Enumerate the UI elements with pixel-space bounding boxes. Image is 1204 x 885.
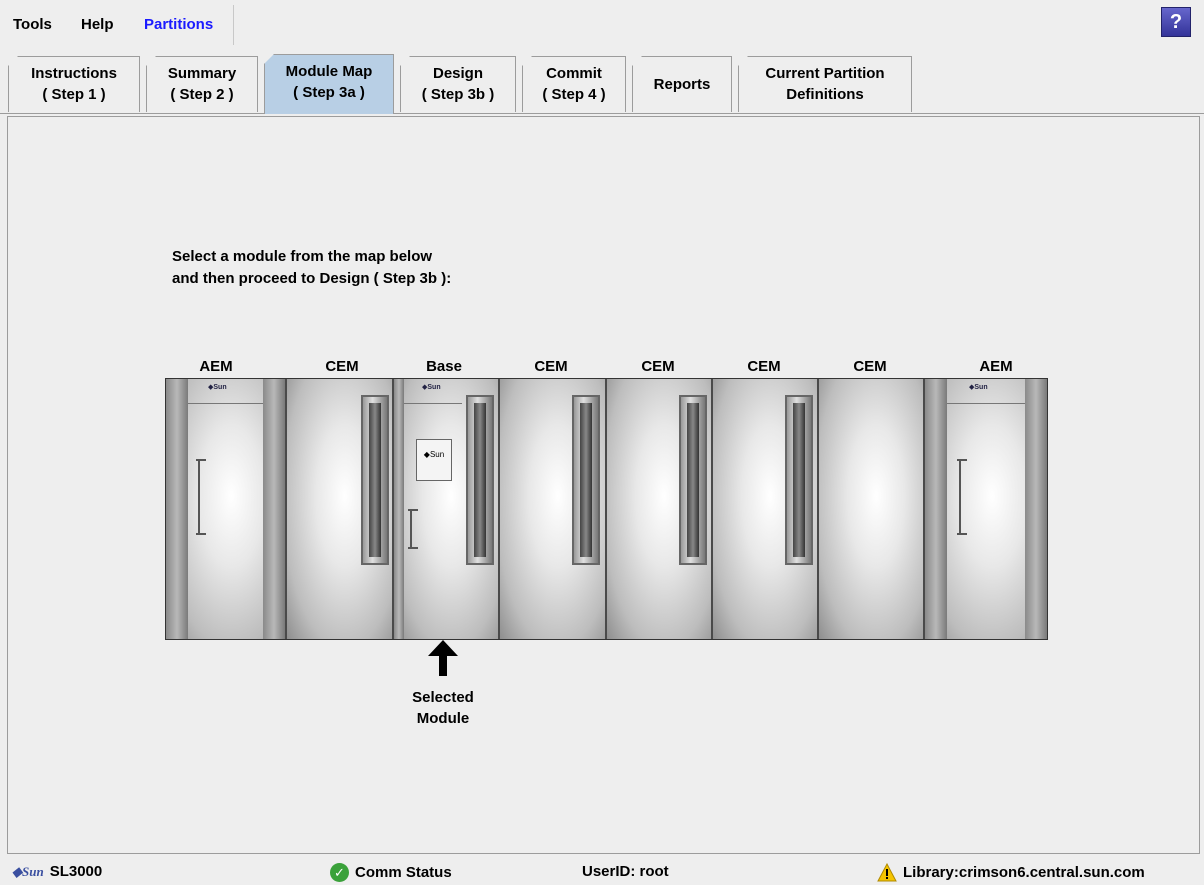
check-circle-icon: ✓ (330, 863, 349, 882)
instruction-line: Select a module from the map below (172, 248, 433, 265)
operator-panel-icon: ◆Sun (416, 439, 452, 481)
tab-module-map[interactable]: Module Map ( Step 3a ) (264, 54, 394, 114)
door-handle-icon (196, 459, 208, 535)
instructions-text: Select a module from the map below and t… (172, 246, 451, 290)
comm-status-label: Comm Status (355, 864, 452, 881)
sun-logo-icon: ◆Sun (12, 863, 44, 879)
module-aem-right[interactable]: ◆Sun (925, 379, 1047, 639)
tab-label: Current Partition (765, 65, 885, 82)
help-button[interactable]: ? (1161, 7, 1191, 37)
module-label-cem: CEM (853, 358, 887, 375)
library-module-map: ◆Sun ◆Sun ◆Sun ◆Sun (165, 378, 1048, 640)
tabs-divider (0, 113, 1204, 114)
module-side (166, 379, 188, 639)
sun-badge-icon: ◆Sun (969, 384, 988, 391)
module-cem[interactable] (500, 379, 607, 639)
tab-sublabel: ( Step 1 ) (42, 86, 106, 103)
product-status: ◆Sun SL3000 (12, 863, 102, 880)
tab-current-partition-definitions[interactable]: Current Partition Definitions (738, 56, 912, 112)
module-window (572, 395, 600, 565)
selected-module-label: Selected Module (400, 687, 486, 729)
tab-summary[interactable]: Summary ( Step 2 ) (146, 56, 258, 112)
module-cem[interactable] (819, 379, 925, 639)
module-side (394, 379, 404, 639)
tab-commit[interactable]: Commit ( Step 4 ) (522, 56, 626, 112)
warning-icon (877, 863, 897, 882)
module-label-base: Base (426, 358, 462, 375)
module-side (925, 379, 947, 639)
module-cem[interactable] (607, 379, 713, 639)
module-label-aem: AEM (199, 358, 233, 375)
menu-separator (233, 5, 234, 45)
selected-label-line: Module (416, 710, 470, 727)
tab-instructions[interactable]: Instructions ( Step 1 ) (8, 56, 140, 112)
comm-status[interactable]: ✓ Comm Status (330, 863, 452, 882)
library-name-label: Library:crimson6.central.sun.com (903, 864, 1145, 881)
menu-partitions[interactable]: Partitions (144, 16, 213, 33)
selected-label-line: Selected (412, 689, 474, 706)
module-window (466, 395, 494, 565)
tab-sublabel: ( Step 4 ) (542, 86, 606, 103)
tab-label: Instructions (31, 65, 117, 82)
tab-sublabel: ( Step 3b ) (421, 86, 495, 103)
instruction-line: and then proceed to Design ( Step 3b ): (172, 270, 452, 287)
door-handle-icon (408, 509, 420, 549)
menu-help[interactable]: Help (81, 16, 114, 33)
module-label-cem: CEM (641, 358, 675, 375)
tab-reports[interactable]: Reports (632, 56, 732, 112)
library-status[interactable]: Library:crimson6.central.sun.com (877, 863, 1145, 882)
sun-badge-icon: ◆Sun (208, 384, 227, 391)
tab-sublabel: ( Step 3a ) (293, 84, 365, 101)
module-window (361, 395, 389, 565)
module-trim (188, 403, 263, 404)
tab-design[interactable]: Design ( Step 3b ) (400, 56, 516, 112)
tab-label: Summary (167, 65, 237, 82)
module-aem-left[interactable]: ◆Sun (166, 379, 287, 639)
module-label-aem: AEM (979, 358, 1013, 375)
tab-label: Design (432, 65, 483, 82)
user-id-label: UserID: root (582, 863, 669, 880)
product-name: SL3000 (49, 863, 103, 880)
tab-sublabel: Definitions (786, 86, 864, 103)
user-status: UserID: root (582, 863, 669, 880)
tab-label: Reports (653, 76, 711, 93)
status-bar: ◆Sun SL3000 ✓ Comm Status UserID: root L… (0, 860, 1204, 885)
sun-badge-icon: ◆Sun (422, 384, 441, 391)
module-cem[interactable] (713, 379, 819, 639)
tab-label: Commit (546, 65, 602, 82)
tab-label: Module Map (285, 63, 373, 80)
door-handle-icon (957, 459, 969, 535)
menu-tools[interactable]: Tools (13, 16, 52, 33)
tab-sublabel: ( Step 2 ) (170, 86, 234, 103)
module-window (679, 395, 707, 565)
module-trim (404, 403, 462, 404)
module-label-cem: CEM (325, 358, 359, 375)
module-base[interactable]: ◆Sun ◆Sun (394, 379, 500, 639)
arrow-up-icon (428, 640, 458, 676)
help-icon: ? (1169, 11, 1183, 33)
module-trim (947, 403, 1025, 404)
step-tabs: Instructions ( Step 1 ) Summary ( Step 2… (0, 50, 1204, 114)
module-side (1025, 379, 1047, 639)
module-label-cem: CEM (534, 358, 568, 375)
module-cem[interactable] (287, 379, 394, 639)
module-label-cem: CEM (747, 358, 781, 375)
module-side (263, 379, 285, 639)
module-window (785, 395, 813, 565)
menu-bar: Tools Help Partitions ? (0, 0, 1204, 48)
